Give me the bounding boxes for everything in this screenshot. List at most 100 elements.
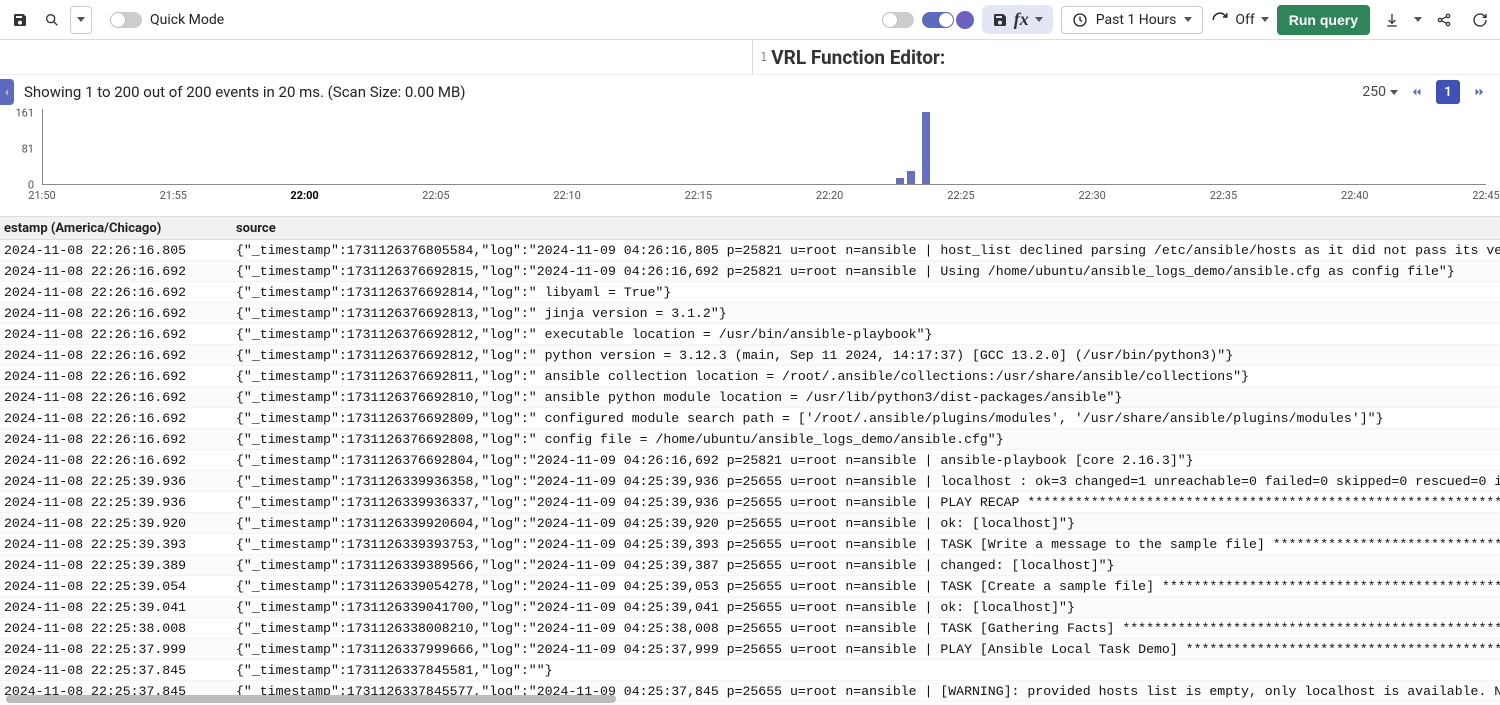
auto-refresh-selector[interactable]: Off bbox=[1211, 11, 1268, 29]
avatar-icon bbox=[956, 11, 974, 29]
table-row[interactable]: 2024-11-08 22:26:16.692{"_timestamp":173… bbox=[0, 387, 1500, 408]
table-row[interactable]: 2024-11-08 22:25:38.008{"_timestamp":173… bbox=[0, 618, 1500, 639]
cell-source: {"_timestamp":1731126376692814,"log":" l… bbox=[236, 285, 1500, 300]
table-row[interactable]: 2024-11-08 22:25:39.936{"_timestamp":173… bbox=[0, 471, 1500, 492]
table-row[interactable]: 2024-11-08 22:26:16.692{"_timestamp":173… bbox=[0, 261, 1500, 282]
time-range-label: Past 1 Hours bbox=[1096, 12, 1177, 28]
table-row[interactable]: 2024-11-08 22:25:39.936{"_timestamp":173… bbox=[0, 492, 1500, 513]
download-button[interactable] bbox=[1378, 6, 1406, 34]
cell-timestamp: 2024-11-08 22:25:39.054 bbox=[0, 579, 236, 594]
chevron-down-icon bbox=[1184, 17, 1192, 22]
column-header-timestamp[interactable]: estamp (America/Chicago) bbox=[0, 221, 236, 236]
table-row[interactable]: 2024-11-08 22:26:16.692{"_timestamp":173… bbox=[0, 303, 1500, 324]
cell-timestamp: 2024-11-08 22:26:16.692 bbox=[0, 327, 236, 342]
table-row[interactable]: 2024-11-08 22:25:39.389{"_timestamp":173… bbox=[0, 555, 1500, 576]
cell-timestamp: 2024-11-08 22:26:16.692 bbox=[0, 432, 236, 447]
cell-source: {"_timestamp":1731126376692815,"log":"20… bbox=[236, 264, 1500, 279]
table-row[interactable]: 2024-11-08 22:26:16.692{"_timestamp":173… bbox=[0, 429, 1500, 450]
cell-source: {"_timestamp":1731126339920604,"log":"20… bbox=[236, 516, 1500, 531]
cell-source: {"_timestamp":1731126376805584,"log":"20… bbox=[236, 243, 1500, 258]
table-row[interactable]: 2024-11-08 22:25:39.393{"_timestamp":173… bbox=[0, 534, 1500, 555]
cell-source: {"_timestamp":1731126339936358,"log":"20… bbox=[236, 474, 1500, 489]
secondary-toggle-1[interactable] bbox=[882, 12, 914, 28]
result-summary: Showing 1 to 200 out of 200 events in 20… bbox=[24, 83, 466, 101]
table-row[interactable]: 2024-11-08 22:26:16.692{"_timestamp":173… bbox=[0, 282, 1500, 303]
table-row[interactable]: 2024-11-08 22:25:37.999{"_timestamp":173… bbox=[0, 639, 1500, 660]
table-row[interactable]: 2024-11-08 22:26:16.692{"_timestamp":173… bbox=[0, 366, 1500, 387]
cell-source: {"_timestamp":1731126339389566,"log":"20… bbox=[236, 558, 1500, 573]
cell-source: {"_timestamp":1731126376692808,"log":" c… bbox=[236, 432, 1500, 447]
page-first-button[interactable] bbox=[1406, 83, 1428, 101]
collapse-sidebar-button[interactable]: ‹ bbox=[0, 79, 14, 105]
refresh-icon bbox=[1211, 11, 1229, 29]
fx-button[interactable]: fx bbox=[982, 5, 1053, 34]
cell-timestamp: 2024-11-08 22:25:37.845 bbox=[0, 663, 236, 678]
cell-timestamp: 2024-11-08 22:26:16.805 bbox=[0, 243, 236, 258]
cell-timestamp: 2024-11-08 22:25:39.389 bbox=[0, 558, 236, 573]
editor-line-number: 1 bbox=[760, 50, 767, 64]
toolbar: Quick Mode fx Past 1 Hours Off Run query bbox=[0, 0, 1500, 40]
secondary-toggle-2[interactable] bbox=[922, 12, 954, 28]
cell-source: {"_timestamp":1731126337999666,"log":"20… bbox=[236, 642, 1500, 657]
reset-button[interactable] bbox=[1466, 6, 1494, 34]
table-row[interactable]: 2024-11-08 22:25:39.920{"_timestamp":173… bbox=[0, 513, 1500, 534]
horizontal-scrollbar[interactable] bbox=[6, 695, 616, 703]
table-row[interactable]: 2024-11-08 22:25:39.054{"_timestamp":173… bbox=[0, 576, 1500, 597]
cell-timestamp: 2024-11-08 22:26:16.692 bbox=[0, 390, 236, 405]
cell-timestamp: 2024-11-08 22:26:16.692 bbox=[0, 264, 236, 279]
cell-timestamp: 2024-11-08 22:26:16.692 bbox=[0, 348, 236, 363]
cell-source: {"_timestamp":1731126376692811,"log":" a… bbox=[236, 369, 1500, 384]
cell-timestamp: 2024-11-08 22:25:39.041 bbox=[0, 600, 236, 615]
cell-source: {"_timestamp":1731126376692804,"log":"20… bbox=[236, 453, 1500, 468]
cell-source: {"_timestamp":1731126339054278,"log":"20… bbox=[236, 579, 1500, 594]
page-current[interactable]: 1 bbox=[1436, 80, 1460, 104]
cell-timestamp: 2024-11-08 22:26:16.692 bbox=[0, 285, 236, 300]
table-row[interactable]: 2024-11-08 22:26:16.692{"_timestamp":173… bbox=[0, 450, 1500, 471]
cell-timestamp: 2024-11-08 22:26:16.692 bbox=[0, 369, 236, 384]
run-query-button[interactable]: Run query bbox=[1277, 5, 1370, 35]
page-size-selector[interactable]: 250 bbox=[1362, 84, 1398, 100]
cell-timestamp: 2024-11-08 22:26:16.692 bbox=[0, 453, 236, 468]
histogram-chart[interactable]: 081161 21:5021:5522:0022:0522:1022:1522:… bbox=[36, 109, 1486, 205]
cell-source: {"_timestamp":1731126337845581,"log":""} bbox=[236, 663, 1500, 678]
histogram-bar[interactable] bbox=[922, 112, 930, 184]
chevron-down-icon bbox=[1261, 17, 1269, 22]
cell-timestamp: 2024-11-08 22:25:38.008 bbox=[0, 621, 236, 636]
cell-timestamp: 2024-11-08 22:25:39.920 bbox=[0, 516, 236, 531]
histogram-bar[interactable] bbox=[907, 171, 915, 184]
table-row[interactable]: 2024-11-08 22:26:16.805{"_timestamp":173… bbox=[0, 240, 1500, 261]
cell-timestamp: 2024-11-08 22:26:16.692 bbox=[0, 411, 236, 426]
fx-label: fx bbox=[1014, 9, 1029, 30]
toolbar-dropdown[interactable] bbox=[70, 6, 92, 34]
table-row[interactable]: 2024-11-08 22:26:16.692{"_timestamp":173… bbox=[0, 408, 1500, 429]
cell-source: {"_timestamp":1731126339041700,"log":"20… bbox=[236, 600, 1500, 615]
time-range-selector[interactable]: Past 1 Hours bbox=[1061, 6, 1204, 34]
cell-timestamp: 2024-11-08 22:25:39.936 bbox=[0, 474, 236, 489]
cell-timestamp: 2024-11-08 22:25:39.393 bbox=[0, 537, 236, 552]
cell-timestamp: 2024-11-08 22:26:16.692 bbox=[0, 306, 236, 321]
table-row[interactable]: 2024-11-08 22:25:39.041{"_timestamp":173… bbox=[0, 597, 1500, 618]
zoom-button[interactable] bbox=[38, 6, 66, 34]
chevron-down-icon bbox=[1035, 17, 1043, 22]
table-row[interactable]: 2024-11-08 22:26:16.692{"_timestamp":173… bbox=[0, 324, 1500, 345]
cell-timestamp: 2024-11-08 22:25:37.999 bbox=[0, 642, 236, 657]
cell-source: {"_timestamp":1731126376692809,"log":" c… bbox=[236, 411, 1500, 426]
cell-source: {"_timestamp":1731126376692813,"log":" j… bbox=[236, 306, 1500, 321]
results-table: estamp (America/Chicago) source 2024-11-… bbox=[0, 216, 1500, 705]
quick-mode-toggle[interactable] bbox=[110, 12, 142, 28]
table-row[interactable]: 2024-11-08 22:25:37.845{"_timestamp":173… bbox=[0, 660, 1500, 681]
page-last-button[interactable] bbox=[1468, 83, 1490, 101]
cell-timestamp: 2024-11-08 22:25:39.936 bbox=[0, 495, 236, 510]
chevron-down-icon bbox=[1390, 90, 1398, 95]
column-header-source[interactable]: source bbox=[236, 221, 1500, 236]
histogram-bar[interactable] bbox=[896, 178, 904, 184]
table-row[interactable]: 2024-11-08 22:26:16.692{"_timestamp":173… bbox=[0, 345, 1500, 366]
save-button[interactable] bbox=[6, 6, 34, 34]
download-dropdown[interactable] bbox=[1414, 17, 1422, 22]
cell-source: {"_timestamp":1731126339393753,"log":"20… bbox=[236, 537, 1500, 552]
cell-source: {"_timestamp":1731126376692812,"log":" e… bbox=[236, 327, 1500, 342]
cell-source: {"_timestamp":1731126376692812,"log":" p… bbox=[236, 348, 1500, 363]
cell-source: {"_timestamp":1731126339936337,"log":"20… bbox=[236, 495, 1500, 510]
refresh-state-label: Off bbox=[1235, 12, 1254, 28]
share-button[interactable] bbox=[1430, 6, 1458, 34]
